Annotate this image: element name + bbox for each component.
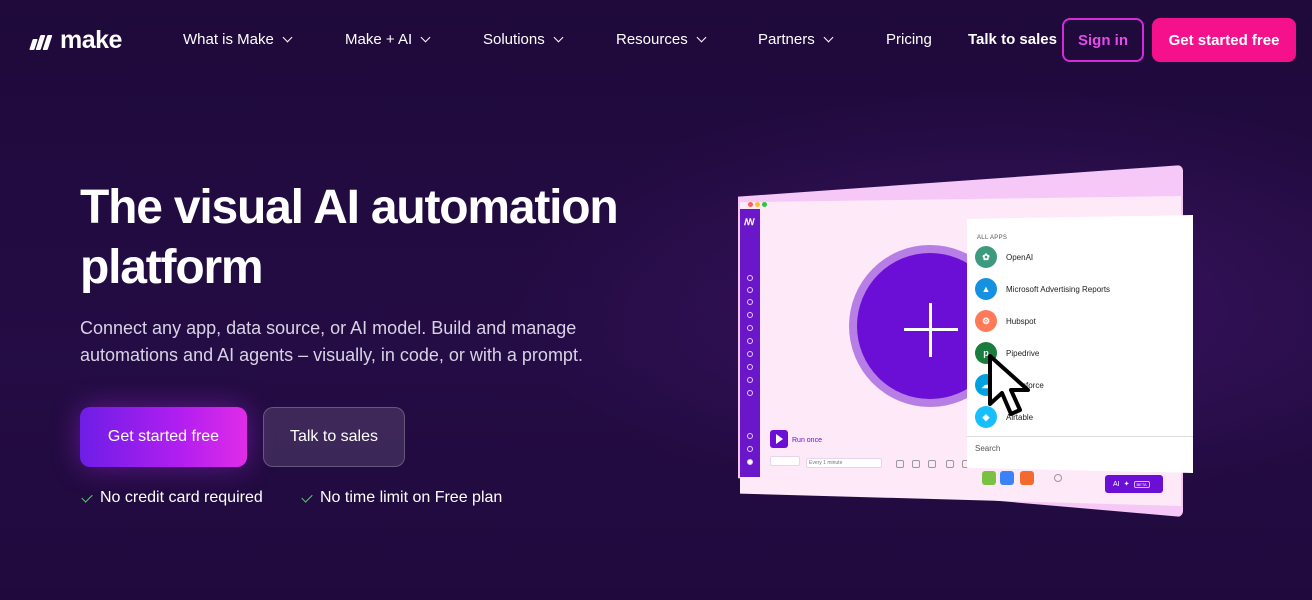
save-icon[interactable]	[896, 460, 904, 468]
ai-label: AI	[1113, 480, 1120, 488]
feature-check: No credit card required	[81, 489, 263, 507]
sidebar-icon	[747, 312, 753, 318]
nav-partners[interactable]: Partners	[758, 31, 834, 48]
window-zoom-dot	[762, 202, 767, 207]
get-started-free-button[interactable]: Get started free	[80, 407, 247, 467]
microsoft-advertising-icon: ▲	[975, 278, 997, 300]
app-picker-panel: ALL APPS ✿ OpenAI ▲ Microsoft Advertisin…	[967, 215, 1193, 473]
notes-icon[interactable]	[928, 460, 936, 468]
sidebar-icon	[747, 390, 753, 396]
nav-pricing[interactable]: Pricing	[886, 31, 932, 48]
nav-label: Partners	[758, 31, 815, 48]
openai-icon: ✿	[975, 246, 997, 268]
sidebar-icon	[747, 287, 753, 293]
sparkle-icon: ✦	[1123, 481, 1130, 488]
nav-make-ai[interactable]: Make + AI	[345, 31, 431, 48]
hero-title: The visual AI automation platform	[80, 181, 619, 294]
settings-icon[interactable]	[912, 460, 920, 468]
mouse-cursor-icon	[988, 354, 1030, 416]
tools-icon[interactable]	[946, 460, 954, 468]
panel-heading: ALL APPS	[977, 235, 1008, 241]
text-parser-icon[interactable]	[1020, 471, 1034, 485]
mockup-sidebar: ꟿ	[740, 209, 760, 477]
app-name: Hubspot	[1006, 316, 1036, 326]
hubspot-icon: ⚙	[975, 310, 997, 332]
window-close-dot	[748, 202, 753, 207]
app-search-input[interactable]: Search	[975, 444, 1000, 453]
window-minimize-dot	[755, 202, 760, 207]
sidebar-icon	[747, 433, 753, 439]
talk-to-sales-button[interactable]: Talk to sales	[263, 407, 405, 467]
app-name: OpenAI	[1006, 252, 1034, 262]
top-navigation: make What is Make Make + AI Solutions Re…	[0, 0, 1312, 80]
hero-subtitle: Connect any app, data source, or AI mode…	[80, 318, 583, 365]
chevron-down-icon	[420, 32, 431, 43]
play-icon[interactable]	[770, 430, 788, 448]
sign-in-button[interactable]: Sign in	[1062, 18, 1144, 62]
nav-resources[interactable]: Resources	[616, 31, 707, 48]
schedule-select[interactable]: Every 1 minute	[806, 458, 882, 468]
sidebar-icon	[747, 377, 753, 383]
chevron-down-icon	[282, 32, 293, 43]
nav-label: Resources	[616, 31, 688, 48]
chevron-down-icon	[823, 32, 834, 43]
app-item-microsoft-advertising[interactable]: ▲ Microsoft Advertising Reports	[975, 277, 1110, 301]
make-logo[interactable]: make	[29, 26, 122, 55]
feature-check-label: No time limit on Free plan	[320, 489, 503, 506]
divider	[967, 436, 1193, 437]
nav-what-is-make[interactable]: What is Make	[183, 31, 293, 48]
sidebar-logo-icon: ꟿ	[744, 217, 755, 227]
chevron-down-icon	[553, 32, 564, 43]
check-icon	[81, 490, 93, 503]
app-name: Microsoft Advertising Reports	[1006, 284, 1111, 294]
sidebar-icon	[747, 275, 753, 281]
nav-label: Solutions	[483, 31, 545, 48]
feature-check-label: No credit card required	[100, 489, 263, 506]
app-item-openai[interactable]: ✿ OpenAI	[975, 245, 1033, 269]
make-logo-icon	[29, 32, 54, 50]
sidebar-icon	[747, 338, 753, 344]
check-icon	[301, 490, 313, 503]
sidebar-icon	[747, 446, 753, 452]
app-item-hubspot[interactable]: ⚙ Hubspot	[975, 309, 1036, 333]
feature-check: No time limit on Free plan	[301, 489, 503, 507]
tools-app-icon[interactable]	[982, 471, 996, 485]
logo-text: make	[60, 26, 122, 54]
beta-badge: BETA	[1133, 480, 1150, 488]
schedule-toggle[interactable]	[770, 456, 800, 466]
sidebar-icon	[747, 299, 753, 305]
ai-assistant-button[interactable]: AI ✦ BETA	[1105, 475, 1163, 493]
add-favorite-icon[interactable]	[1054, 474, 1062, 482]
run-once-label: Run once	[792, 437, 822, 444]
sidebar-icon	[747, 325, 753, 331]
chevron-down-icon	[696, 32, 707, 43]
sidebar-icon	[747, 351, 753, 357]
flow-control-icon[interactable]	[1000, 471, 1014, 485]
product-mockup: ꟿ Run once Every 1 minute AI ✦ BETA ALL …	[738, 165, 1193, 517]
nav-solutions[interactable]: Solutions	[483, 31, 564, 48]
get-started-nav-button[interactable]: Get started free	[1152, 18, 1296, 62]
nav-label: Pricing	[886, 31, 932, 48]
nav-label: What is Make	[183, 31, 274, 48]
avatar	[747, 459, 753, 465]
sidebar-icon	[747, 364, 753, 370]
nav-label: Make + AI	[345, 31, 413, 48]
plus-icon	[929, 303, 932, 357]
talk-to-sales-link[interactable]: Talk to sales	[968, 31, 1057, 48]
